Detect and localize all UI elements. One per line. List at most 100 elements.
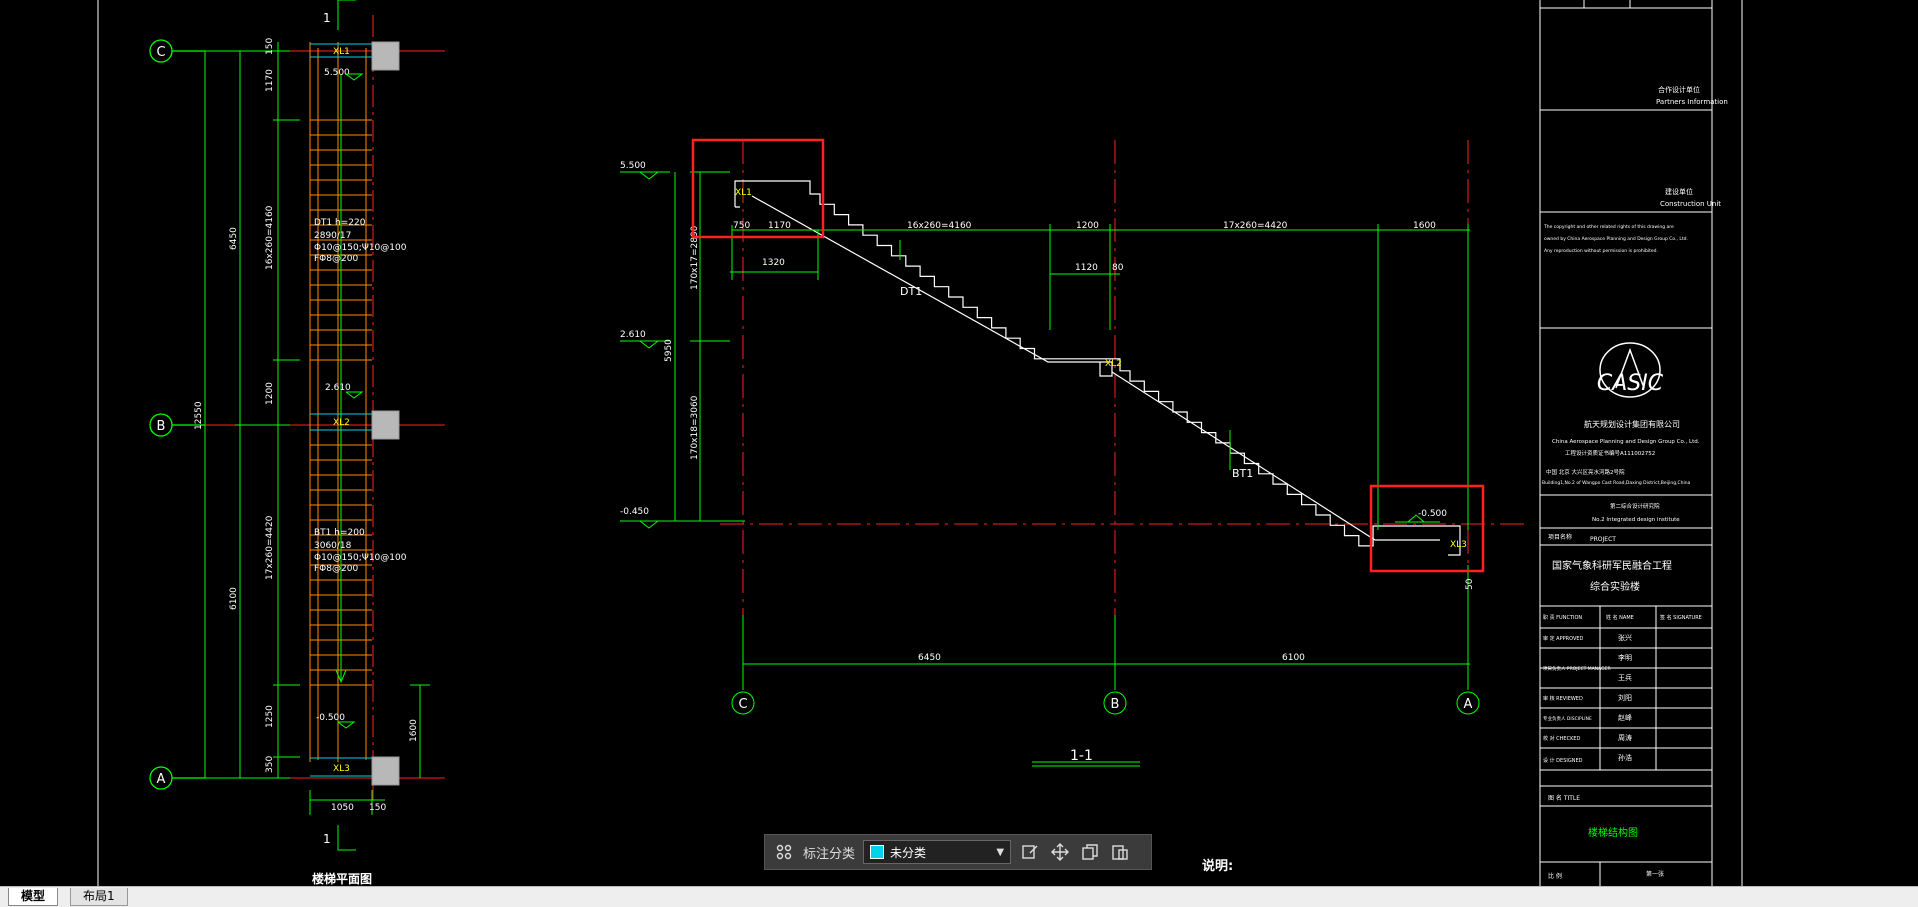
plan-title: 楼梯平面图: [312, 871, 372, 886]
tb-drawing-title: 楼梯结构图: [1588, 826, 1638, 839]
tb-institute-en: No.2 Integrated design institute: [1592, 517, 1680, 523]
copy-icon[interactable]: [1079, 841, 1101, 863]
tb-copyright-2: owned by China Aerospace Planning and De…: [1544, 236, 1688, 242]
tb-project-name-1: 国家气象科研军民融合工程: [1552, 559, 1672, 572]
plan-dim-150b: 150: [369, 803, 386, 813]
highlight-box-bottom[interactable]: [1369, 484, 1485, 573]
plan-dim-1170: 1170: [265, 69, 275, 92]
plan-dt1-l2: Φ10@150;Ψ10@100: [314, 243, 407, 253]
tb-address-en: Building1,No.2 of Wangpo Cast Road,Daxin…: [1542, 480, 1691, 486]
tb-title-label: 图 名 TITLE: [1548, 794, 1580, 802]
plan-dim-1250: 1250: [265, 705, 275, 728]
section-notes: 说明:: [1202, 858, 1233, 874]
section-axis-b: B: [1111, 697, 1120, 712]
plan-dim-150: 150: [265, 38, 275, 55]
tb-logo-text: CASIC: [1597, 371, 1664, 396]
tb-row-checked: 校 对 CHECKED: [1543, 735, 1581, 742]
plan-axis-c: C: [156, 45, 165, 60]
tab-layout1[interactable]: 布局1: [70, 888, 128, 906]
tb-row-approved: 审 定 APPROVED: [1543, 635, 1584, 642]
tab-model[interactable]: 模型: [8, 888, 59, 906]
stair-plan-view: C B A 150 1170 16x260=4160 1200 17x260=4…: [149, 0, 445, 886]
plan-xl2: XL2: [333, 418, 350, 428]
tb-row-discipline: 专业负责人 DISCIPLINE: [1543, 715, 1592, 722]
tb-project-label-en: PROJECT: [1590, 536, 1616, 543]
chevron-down-icon: ▼: [996, 846, 1005, 858]
grid-icon[interactable]: [773, 841, 795, 863]
section-elev-mid: 2.610: [620, 330, 646, 340]
plan-bt1-l3: FΦ8@200: [314, 564, 358, 574]
plan-dim-6450: 6450: [229, 227, 239, 250]
tb-name-3: 王兵: [1618, 673, 1632, 682]
plan-dt1-title: DT1 h=220: [314, 218, 366, 228]
plan-axis-b: B: [157, 419, 166, 434]
plan-dim-1200: 1200: [265, 382, 275, 405]
plan-dim-12550: 12550: [194, 401, 204, 430]
section-xl3: XL3: [1450, 540, 1467, 550]
tb-row-manager: 项目负责人 PROJECT MANAGER: [1543, 665, 1611, 672]
section-elev-bot: -0.450: [620, 507, 649, 517]
section-dim-17x260: 17x260=4420: [1223, 221, 1288, 231]
section-dim-1600: 1600: [1413, 221, 1436, 231]
tb-copyright-3: Any reproduction without permission is p…: [1544, 248, 1658, 254]
plan-dim-16x260: 16x260=4160: [265, 205, 275, 270]
section-dim-16x260: 16x260=4160: [907, 221, 972, 231]
tb-company-en: China Aerospace Planning and Design Grou…: [1552, 439, 1700, 445]
section-axis-c: C: [738, 697, 747, 712]
section-dim-1120: 1120: [1075, 263, 1098, 273]
category-label: 标注分类: [803, 846, 856, 862]
section-dim-6450: 6450: [918, 653, 941, 663]
section-title: 1-1: [1070, 748, 1093, 764]
section-dim-v-total: 5950: [664, 339, 674, 362]
tb-partners-en: Partners Information: [1656, 98, 1728, 106]
plan-section-mark-top: 1: [323, 11, 331, 25]
plan-bt1-title: BT1 h=200: [314, 528, 365, 538]
category-color-swatch: [870, 845, 885, 859]
category-select[interactable]: 未分类 ▼: [863, 840, 1012, 864]
layout-tab-bar: 模型 布局1: [0, 886, 1918, 907]
section-xl2: XL2: [1105, 359, 1122, 369]
category-value: 未分类: [890, 845, 927, 860]
section-axis-a: A: [1464, 697, 1473, 712]
tb-name-5: 赵峰: [1618, 713, 1632, 722]
tb-name-4: 刘阳: [1618, 693, 1632, 702]
title-block-text: 合作设计单位 Partners Information 建设单位 Constru…: [1542, 85, 1728, 880]
section-elev-top: 5.500: [620, 161, 646, 171]
plan-bt1-l1: 3060/18: [314, 541, 352, 551]
cad-drawing-canvas[interactable]: C B A 150 1170 16x260=4160 1200 17x260=4…: [0, 0, 1918, 906]
drawing-frame: [97, 0, 1743, 886]
tb-copyright-1: The copyright and other related rights o…: [1543, 224, 1674, 230]
plan-section-mark-bottom: 1: [323, 832, 331, 846]
plan-elev-top: 5.500: [324, 68, 350, 78]
casic-logo: CASIC: [1597, 342, 1664, 398]
tb-sheet-no: 第一张: [1646, 870, 1664, 878]
tb-construction-cn: 建设单位: [1665, 187, 1693, 196]
annotation-toolbar: 标注分类 未分类 ▼: [764, 834, 1152, 870]
tb-name-2: 李明: [1618, 653, 1632, 662]
highlight-box-top[interactable]: [691, 138, 825, 239]
section-dim-1200: 1200: [1076, 221, 1099, 231]
plan-bt1-l2: Φ10@150;Ψ10@100: [314, 553, 407, 563]
tb-company-cn: 航天规划设计集团有限公司: [1584, 419, 1680, 429]
tb-project-name-2: 综合实验楼: [1590, 580, 1640, 593]
section-bt1: BT1: [1232, 467, 1253, 480]
plan-dim-6100: 6100: [229, 587, 239, 610]
move-icon[interactable]: [1049, 841, 1071, 863]
tb-scale-label: 比 例: [1548, 872, 1562, 880]
section-dim-v-lower: 170x18=3060: [690, 395, 700, 460]
edit-icon[interactable]: [1019, 841, 1041, 863]
section-dim-80: 80: [1112, 263, 1124, 273]
tb-address-cn: 中国 北京 大兴区亮水河路2号院: [1546, 468, 1625, 476]
plan-dim-17x260: 17x260=4420: [265, 515, 275, 580]
stair-section-view: 5.500 2.610 -0.450 -0.500 750 1170 1320 …: [620, 138, 1530, 874]
section-dim-50: 50: [1465, 578, 1475, 590]
plan-dt1-l1: 2890/17: [314, 231, 351, 241]
tb-cert: 工程设计资质证书编号A111002752: [1565, 449, 1655, 457]
plan-axis-a: A: [157, 772, 166, 787]
paste-icon[interactable]: [1109, 841, 1131, 863]
plan-stair-treads: [310, 75, 372, 686]
plan-xl1: XL1: [333, 47, 350, 57]
plan-dim-1600: 1600: [409, 719, 419, 742]
tb-name-7: 孙浩: [1618, 753, 1632, 762]
section-dim-6100: 6100: [1282, 653, 1305, 663]
